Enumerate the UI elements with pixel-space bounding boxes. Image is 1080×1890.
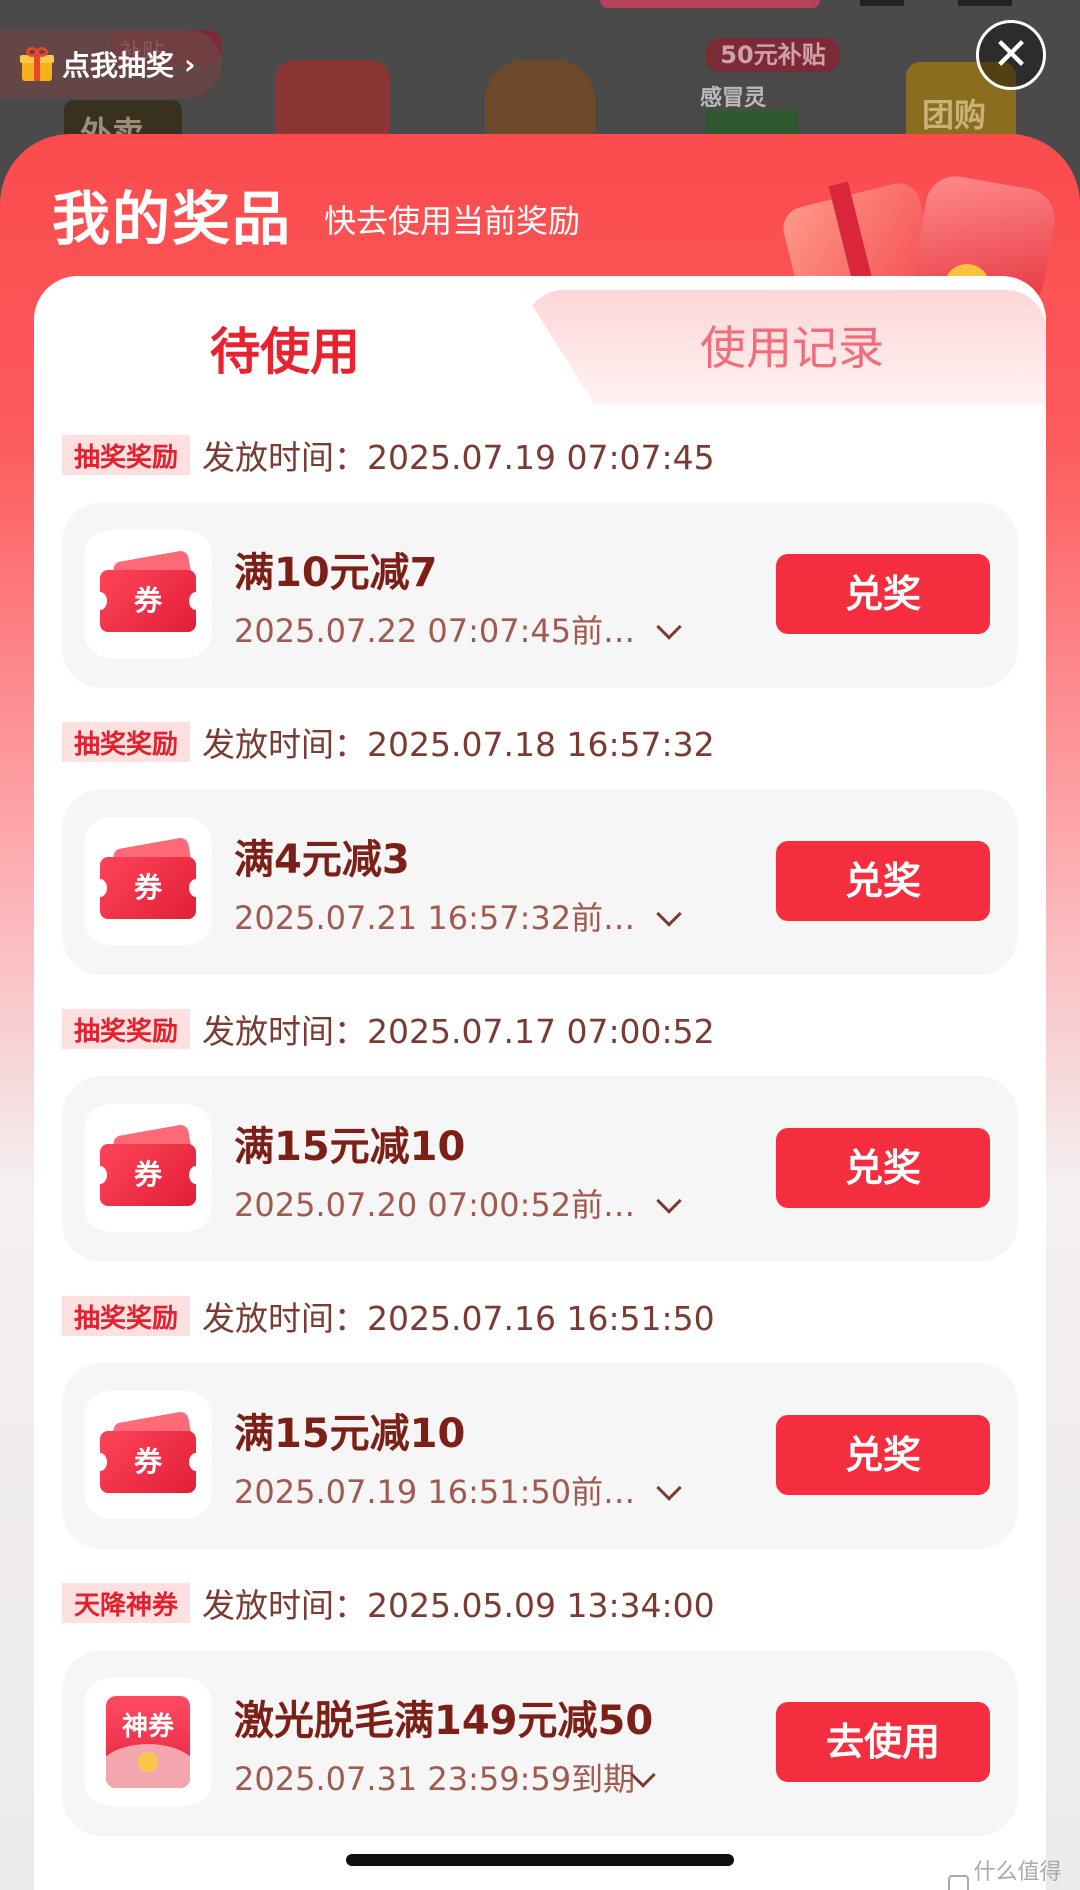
- prize-source-badge: 抽奖奖励: [62, 722, 191, 762]
- prize-entry: 抽奖奖励 发放时间：2025.07.17 07:00:52 券 满15元减10 …: [62, 1004, 1018, 1262]
- redeem-button[interactable]: 兑奖: [776, 1415, 990, 1495]
- super-coupon-icon: 神券: [106, 1696, 190, 1788]
- prize-entry: 抽奖奖励 发放时间：2025.07.18 16:57:32 券 满4元减3 20…: [62, 717, 1018, 975]
- prize-entry: 抽奖奖励 发放时间：2025.07.19 07:07:45 券 满10元减7 2…: [62, 430, 1018, 688]
- coupon-icon-label: 券: [100, 857, 196, 919]
- background-bar: [860, 0, 904, 6]
- super-coupon-icon-label: 神券: [121, 1712, 174, 1742]
- coupon-icon-label: 券: [100, 570, 196, 632]
- watermark: 什么值得买: [948, 1854, 1080, 1890]
- lottery-entry-label: 点我抽奖: [62, 49, 175, 82]
- coupon-icon-label: 券: [100, 1144, 196, 1206]
- tab-usage-history-label[interactable]: 使用记录: [700, 312, 884, 378]
- issue-time-label: 发放时间：: [202, 438, 368, 477]
- chevron-down-icon[interactable]: [656, 1475, 682, 1501]
- coupon-ticket-icon: 券: [93, 836, 203, 919]
- coupon-title: 满4元减3: [234, 837, 410, 883]
- redeem-button[interactable]: 兑奖: [776, 554, 990, 634]
- background-bar: [600, 0, 820, 8]
- chevron-down-icon[interactable]: [656, 614, 682, 640]
- redeem-button[interactable]: 兑奖: [776, 841, 990, 921]
- coupon-title: 满15元减10: [234, 1411, 466, 1457]
- prizes-sheet: 我的奖品 快去使用当前奖励 ¥ 待使用 使用记录 抽奖奖励 发放时间：2025.…: [0, 134, 1080, 1890]
- coupon-card[interactable]: 券 满15元减10 2025.07.20 07:00:52前… 兑奖: [62, 1076, 1018, 1262]
- coupon-ticket-icon: 券: [93, 549, 203, 632]
- issue-time-value: 2025.07.16 16:51:50: [367, 1299, 715, 1338]
- page-subtitle: 快去使用当前奖励: [324, 202, 581, 240]
- prize-source-badge: 抽奖奖励: [62, 1296, 191, 1336]
- background-bar: [958, 0, 1012, 6]
- chevron-down-icon[interactable]: [656, 1188, 682, 1214]
- close-button[interactable]: ✕: [976, 20, 1046, 90]
- issue-time-value: 2025.07.19 07:07:45: [367, 438, 715, 477]
- issue-time-label: 发放时间：: [202, 1012, 368, 1051]
- prize-source-badge: 天降神券: [62, 1583, 191, 1623]
- coupon-icon-tile: 券: [84, 1104, 212, 1232]
- coupon-title: 满15元减10: [234, 1124, 466, 1170]
- watermark-text: 什么值得买: [973, 1860, 1062, 1885]
- coupon-expiry: 2025.07.31 23:59:59到期: [234, 1760, 636, 1798]
- coupon-title: 满10元减7: [234, 550, 438, 596]
- gift-icon: [20, 47, 54, 81]
- page-title: 我的奖品: [52, 185, 293, 253]
- issue-time: 发放时间：2025.07.17 07:00:52: [202, 1005, 715, 1053]
- issue-time-label: 发放时间：: [202, 1299, 368, 1338]
- home-indicator: [346, 1854, 734, 1866]
- coupon-icon-tile: 券: [84, 817, 212, 945]
- chevron-down-icon[interactable]: [656, 901, 682, 927]
- watermark-logo-icon: [948, 1875, 970, 1890]
- coupon-expiry: 2025.07.22 07:07:45前…: [234, 612, 636, 650]
- chevron-right-icon: ›: [184, 47, 196, 81]
- coupon-icon-label: 券: [100, 1431, 196, 1493]
- background-subsidy-tag: 50元补贴: [706, 38, 840, 72]
- tab-pending-label[interactable]: 待使用: [210, 312, 360, 384]
- issue-time-label: 发放时间：: [202, 1586, 368, 1625]
- background-group-label: 团购: [922, 96, 987, 134]
- issue-time: 发放时间：2025.07.18 16:57:32: [202, 718, 715, 766]
- coupon-card[interactable]: 券 满15元减10 2025.07.19 16:51:50前可… 兑奖: [62, 1363, 1018, 1549]
- issue-time: 发放时间：2025.07.19 07:07:45: [202, 431, 715, 479]
- coupon-expiry: 2025.07.20 07:00:52前…: [234, 1186, 636, 1224]
- coupon-expiry: 2025.07.19 16:51:50前可…: [234, 1473, 654, 1511]
- prize-source-badge: 抽奖奖励: [62, 435, 191, 475]
- coupon-card[interactable]: 券 满10元减7 2025.07.22 07:07:45前… 兑奖: [62, 502, 1018, 688]
- prize-source-badge: 抽奖奖励: [62, 1009, 191, 1049]
- coupon-title: 激光脱毛满149元减50: [234, 1698, 654, 1744]
- coupon-ticket-icon: 券: [93, 1123, 203, 1206]
- issue-time-value: 2025.07.18 16:57:32: [367, 725, 715, 764]
- coupon-icon-tile: 券: [84, 530, 212, 658]
- coupon-ticket-icon: 券: [93, 1410, 203, 1493]
- coupon-expiry: 2025.07.21 16:57:32前可…: [234, 899, 654, 937]
- issue-time-value: 2025.07.17 07:00:52: [367, 1012, 715, 1051]
- coupon-card[interactable]: 神券 激光脱毛满149元减50 2025.07.31 23:59:59到期 去使…: [62, 1650, 1018, 1836]
- prize-entry: 天降神券 发放时间：2025.05.09 13:34:00 神券 激光脱毛满14…: [62, 1578, 1018, 1836]
- lottery-entry-button[interactable]: 点我抽奖 ›: [0, 30, 222, 98]
- coupon-icon-tile: 券: [84, 1391, 212, 1519]
- coupon-card[interactable]: 券 满4元减3 2025.07.21 16:57:32前可… 兑奖: [62, 789, 1018, 975]
- issue-time: 发放时间：2025.05.09 13:34:00: [202, 1579, 715, 1627]
- issue-time-label: 发放时间：: [202, 725, 368, 764]
- use-button[interactable]: 去使用: [776, 1702, 990, 1782]
- close-icon: ✕: [992, 29, 1030, 80]
- prize-entry: 抽奖奖励 发放时间：2025.07.16 16:51:50 券 满15元减10 …: [62, 1291, 1018, 1549]
- issue-time-value: 2025.05.09 13:34:00: [367, 1586, 715, 1625]
- coupon-icon-tile: 神券: [84, 1678, 212, 1806]
- prizes-panel: 待使用 使用记录 抽奖奖励 发放时间：2025.07.19 07:07:45 券: [34, 276, 1046, 1890]
- tab-bar: 待使用 使用记录: [34, 276, 1046, 404]
- issue-time: 发放时间：2025.07.16 16:51:50: [202, 1292, 715, 1340]
- redeem-button[interactable]: 兑奖: [776, 1128, 990, 1208]
